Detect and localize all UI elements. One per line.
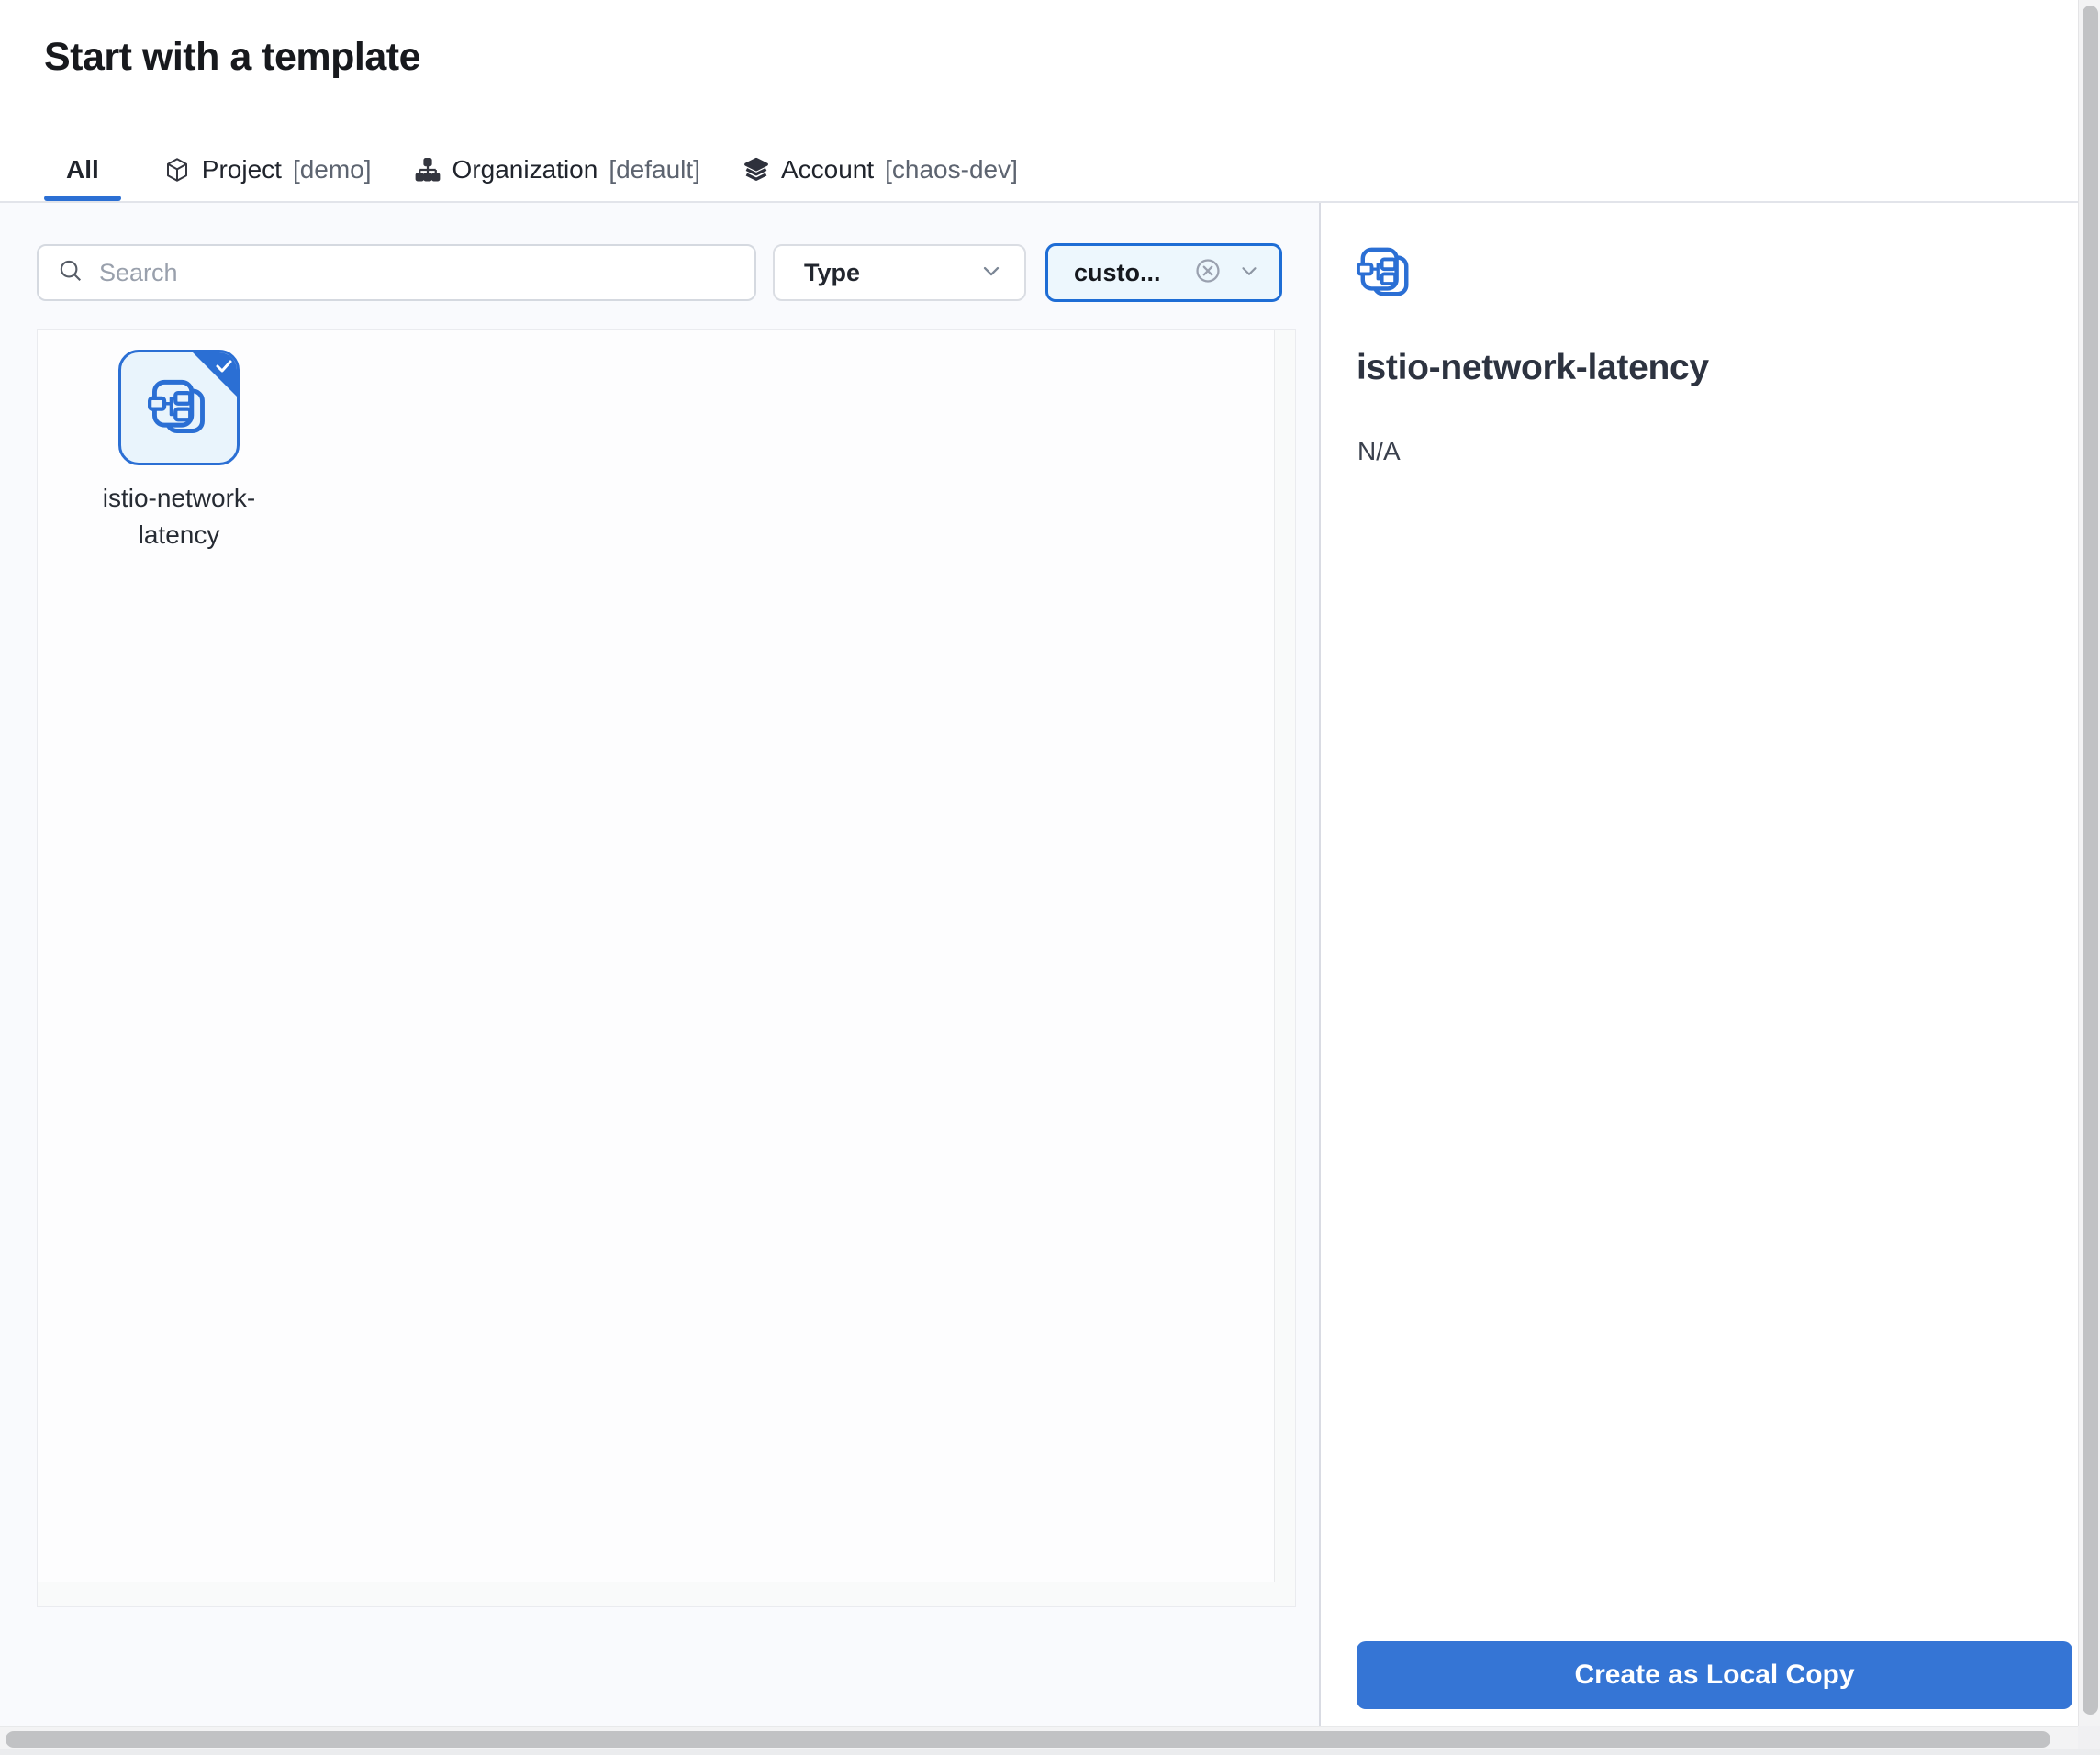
template-name-line2: latency xyxy=(60,517,298,553)
template-icon xyxy=(148,376,210,439)
tab-organization[interactable]: Organization [default] xyxy=(414,138,700,201)
create-local-copy-button[interactable]: Create as Local Copy xyxy=(1357,1641,2072,1709)
page-title: Start with a template xyxy=(44,35,420,80)
tab-account[interactable]: Account [chaos-dev] xyxy=(743,138,1018,201)
template-card-label: istio-network- latency xyxy=(60,480,298,553)
type-dropdown-label: Type xyxy=(804,259,860,287)
category-filter-chip[interactable]: custo... xyxy=(1045,243,1282,302)
cube-icon xyxy=(163,156,191,184)
search-box xyxy=(37,244,756,301)
org-chart-icon xyxy=(414,156,441,184)
template-details-panel: istio-network-latency N/A Create as Loca… xyxy=(1321,203,2078,1726)
tab-organization-scope: [default] xyxy=(609,155,700,184)
details-title: istio-network-latency xyxy=(1357,348,1709,388)
template-grid[interactable]: istio-network- latency xyxy=(37,329,1296,1607)
template-icon xyxy=(1357,244,1413,301)
chevron-down-icon[interactable] xyxy=(1237,259,1261,287)
template-name-line1: istio-network- xyxy=(60,480,298,517)
grid-horizontal-scrollbar-track xyxy=(38,1582,1295,1606)
search-icon xyxy=(57,257,84,289)
grid-vertical-scrollbar-track xyxy=(1274,330,1295,1582)
horizontal-scrollbar-thumb[interactable] xyxy=(6,1731,2050,1748)
search-input[interactable] xyxy=(99,259,736,287)
type-dropdown[interactable]: Type xyxy=(773,244,1026,301)
horizontal-scrollbar-track[interactable] xyxy=(0,1726,2078,1749)
category-filter-value: custo... xyxy=(1074,259,1193,287)
vertical-scrollbar-track[interactable] xyxy=(2078,0,2100,1726)
template-card[interactable] xyxy=(118,350,240,465)
tab-project[interactable]: Project [demo] xyxy=(163,138,372,201)
layers-icon xyxy=(743,156,770,184)
vertical-scrollbar-thumb[interactable] xyxy=(2083,6,2098,1715)
tab-project-label: Project xyxy=(202,155,282,184)
tab-all-label: All xyxy=(66,155,99,184)
tab-account-label: Account xyxy=(781,155,874,184)
tab-account-scope: [chaos-dev] xyxy=(885,155,1018,184)
details-description: N/A xyxy=(1357,437,1401,466)
tab-project-scope: [demo] xyxy=(293,155,372,184)
chevron-down-icon xyxy=(978,258,1004,288)
scope-tabs: All Project [demo] Organization [default… xyxy=(44,138,1018,201)
window-bottom-edge xyxy=(0,1749,2100,1755)
template-browser-panel: Type custo... xyxy=(0,203,1319,1726)
tab-all[interactable]: All xyxy=(44,138,121,201)
tab-organization-label: Organization xyxy=(452,155,598,184)
check-icon xyxy=(213,355,235,377)
clear-filter-icon[interactable] xyxy=(1193,256,1223,290)
